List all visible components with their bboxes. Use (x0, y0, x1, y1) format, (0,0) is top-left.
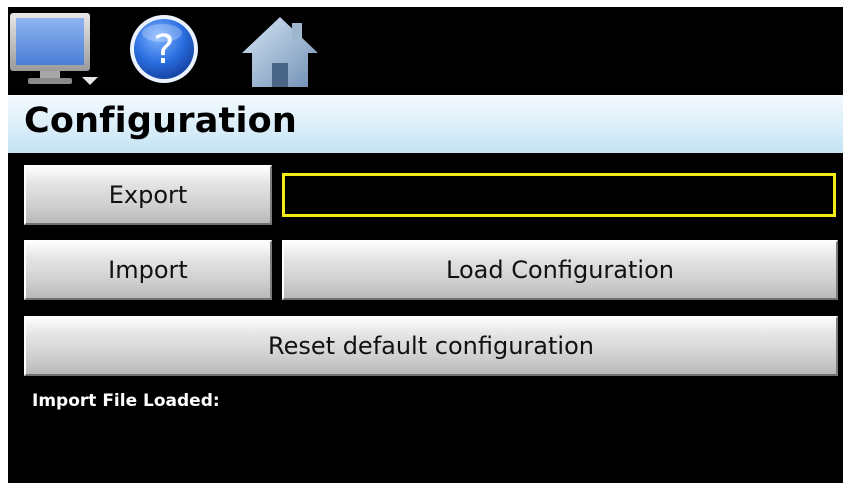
reset-default-configuration-button[interactable]: Reset default configuration (24, 316, 838, 376)
import-button[interactable]: Import (24, 240, 272, 300)
import-file-status-label: Import File Loaded: (32, 391, 220, 411)
title-bar: Configuration (8, 95, 843, 153)
monitor-icon (10, 13, 98, 85)
help-icon: ? (130, 15, 198, 83)
toolbar: ? (8, 7, 843, 91)
export-filename-field[interactable] (282, 173, 836, 217)
svg-text:?: ? (153, 27, 174, 73)
page-title: Configuration (24, 101, 298, 141)
export-button[interactable]: Export (24, 165, 272, 225)
touchscreen: ? Configuration Export Import Load Confi… (8, 7, 843, 483)
home-button[interactable] (240, 7, 340, 91)
load-configuration-button[interactable]: Load Configuration (282, 240, 838, 300)
home-icon (242, 17, 318, 87)
monitor-button[interactable] (8, 7, 108, 91)
help-button[interactable]: ? (126, 7, 226, 91)
